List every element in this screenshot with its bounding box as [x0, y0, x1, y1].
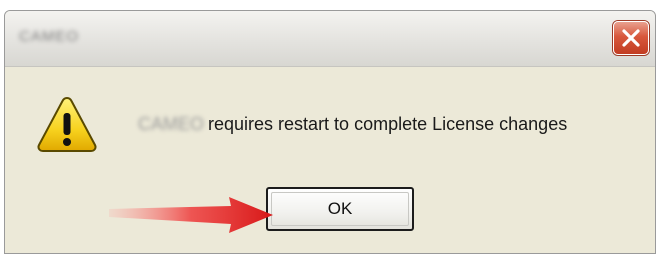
dialog-window: CAMEO CAMEO requires restart to complete … [4, 10, 656, 254]
window-title: CAMEO [19, 28, 80, 45]
red-arrow-annotation [109, 197, 273, 233]
message-text: CAMEO requires restart to complete Licens… [138, 114, 567, 135]
ok-button[interactable]: OK [266, 187, 414, 231]
warning-icon [35, 93, 99, 162]
close-button[interactable] [613, 21, 649, 55]
title-bar[interactable]: CAMEO [5, 11, 655, 67]
close-icon [622, 29, 640, 47]
message-app-name: CAMEO [138, 114, 205, 134]
message-body: requires restart to complete License cha… [208, 114, 568, 134]
